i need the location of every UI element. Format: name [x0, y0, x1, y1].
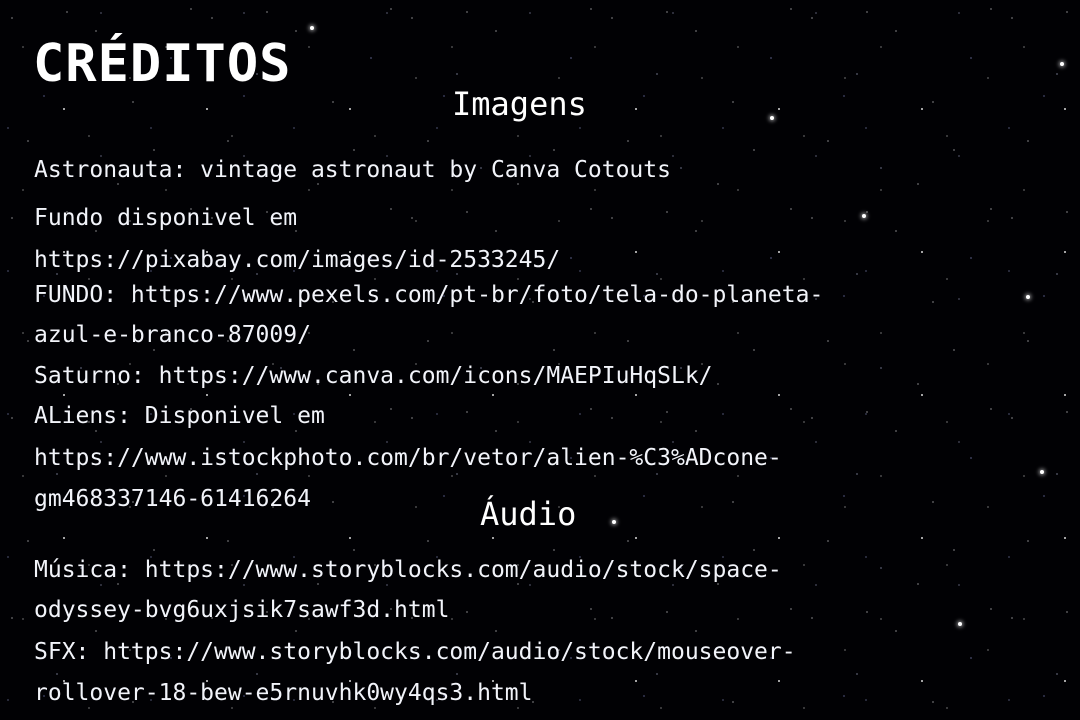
audio-heading: Áudio: [480, 495, 577, 533]
credit-music-line-1: Música: https://www.storyblocks.com/audi…: [34, 557, 782, 583]
credit-sfx-line-1: SFX: https://www.storyblocks.com/audio/s…: [34, 639, 796, 665]
credit-music-line-2: odyssey-bvg6uxjsik7sawf3d.html: [34, 597, 450, 623]
credit-fundo-line-1: FUNDO: https://www.pexels.com/pt-br/foto…: [34, 282, 824, 308]
credit-saturn: Saturno: https://www.canva.com/icons/MAE…: [34, 363, 713, 389]
credit-aliens-url-line-2: gm468337146-61416264: [34, 486, 311, 512]
credit-astronaut: Astronauta: vintage astronaut by Canva C…: [34, 157, 671, 183]
images-heading: Imagens: [452, 85, 587, 123]
credit-fundo-line-2: azul-e-branco-87009/: [34, 322, 311, 348]
credits-screen: CRÉDITOS Imagens Astronauta: vintage ast…: [0, 0, 1080, 720]
credit-background-url: https://pixabay.com/images/id-2533245/: [34, 247, 561, 273]
credit-aliens-url-line-1: https://www.istockphoto.com/br/vetor/ali…: [34, 445, 782, 471]
credit-background-label: Fundo disponivel em: [34, 205, 298, 231]
credit-aliens-label: ALiens: Disponivel em: [34, 403, 325, 429]
page-title: CRÉDITOS: [33, 34, 292, 94]
credit-sfx-line-2: rollover-18-bew-e5rnuvhk0wy4qs3.html: [34, 680, 533, 706]
